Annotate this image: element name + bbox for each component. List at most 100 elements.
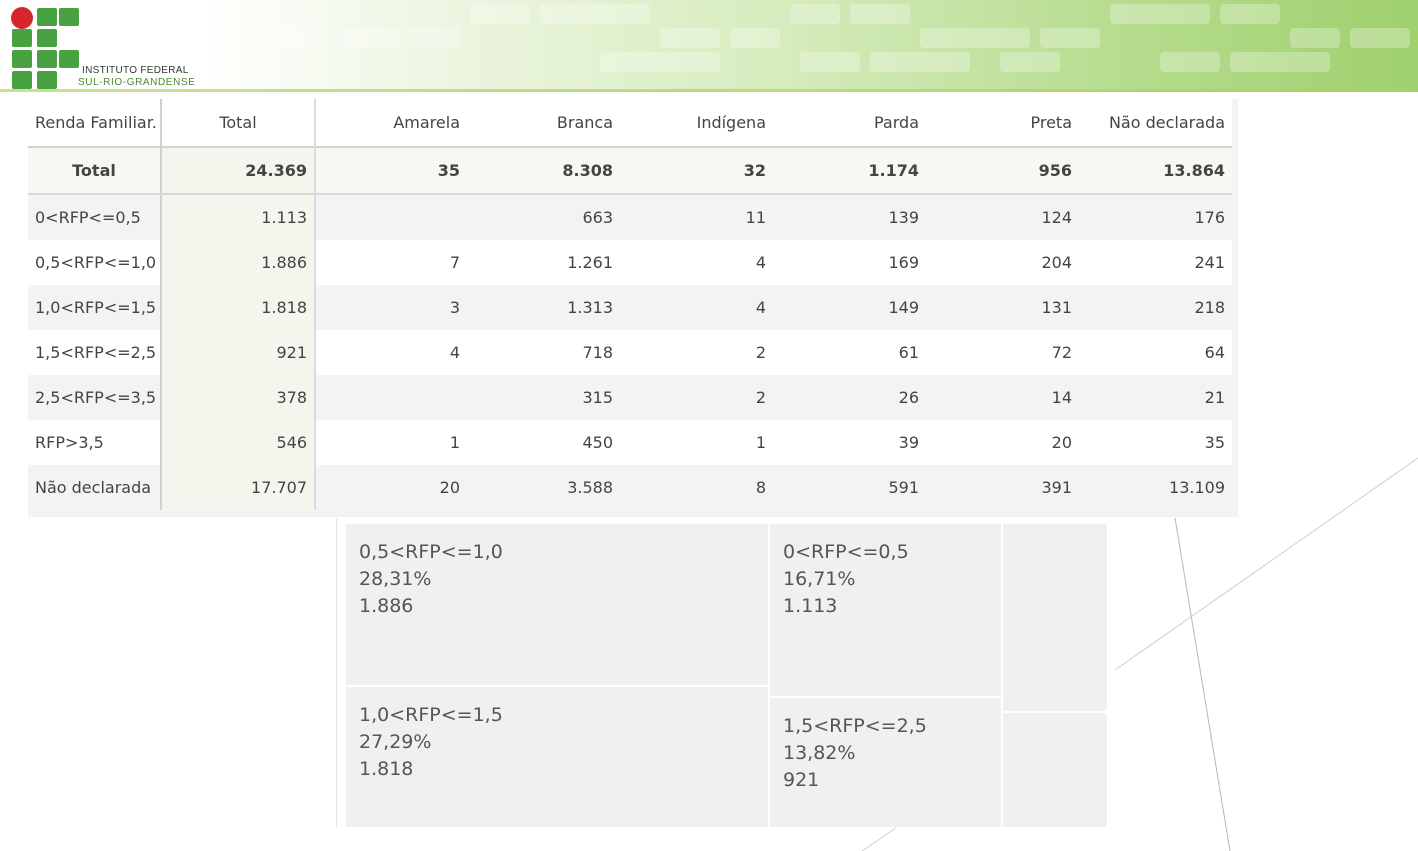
tile-label: 1,5<RFP<=2,5 bbox=[783, 715, 927, 737]
row-label: Total bbox=[28, 147, 162, 195]
cell-parda: 26 bbox=[773, 375, 926, 420]
tile-percent: 27,29% bbox=[359, 731, 432, 753]
tile-label: 0<RFP<=0,5 bbox=[783, 541, 909, 563]
row-label: 0,5<RFP<=1,0 bbox=[28, 240, 162, 285]
column-header[interactable]: Renda Familiar. bbox=[28, 99, 162, 148]
cell-preta: 956 bbox=[926, 147, 1079, 195]
cell-indigena: 2 bbox=[620, 330, 773, 375]
cell-preta: 204 bbox=[926, 240, 1079, 285]
column-header[interactable]: Amarela bbox=[315, 99, 467, 148]
row-label: 1,0<RFP<=1,5 bbox=[28, 285, 162, 330]
cell-preta: 131 bbox=[926, 285, 1079, 330]
cell-amarela: 3 bbox=[315, 285, 467, 330]
header-divider bbox=[0, 89, 1418, 92]
column-header[interactable]: Indígena bbox=[620, 99, 773, 148]
cell-nao-declarada: 13.109 bbox=[1079, 465, 1232, 510]
cell-parda: 149 bbox=[773, 285, 926, 330]
treemap-tile[interactable] bbox=[1003, 713, 1107, 827]
cell-parda: 139 bbox=[773, 194, 926, 240]
cell-nao-declarada: 64 bbox=[1079, 330, 1232, 375]
cell-indigena: 1 bbox=[620, 420, 773, 465]
row-label: 1,5<RFP<=2,5 bbox=[28, 330, 162, 375]
tile-percent: 13,82% bbox=[783, 742, 856, 764]
column-header[interactable]: Total bbox=[161, 99, 316, 148]
cell-branca: 450 bbox=[467, 420, 620, 465]
cell-amarela: 4 bbox=[315, 330, 467, 375]
cell-amarela: 7 bbox=[315, 240, 467, 285]
table-row: 2,5<RFP<=3,5 378 315 2 26 14 21 bbox=[28, 375, 1232, 420]
tile-percent: 16,71% bbox=[783, 568, 856, 590]
cell-nao-declarada: 218 bbox=[1079, 285, 1232, 330]
cell-parda: 39 bbox=[773, 420, 926, 465]
table-row: 0<RFP<=0,5 1.113 663 11 139 124 176 bbox=[28, 194, 1232, 240]
cell-parda: 169 bbox=[773, 240, 926, 285]
cell-indigena: 8 bbox=[620, 465, 773, 510]
treemap-tile[interactable] bbox=[1003, 524, 1107, 711]
cell-indigena: 32 bbox=[620, 147, 773, 195]
table-row: Não declarada 17.707 20 3.588 8 591 391 … bbox=[28, 465, 1232, 510]
table-header-row: Renda Familiar. Total Amarela Branca Ind… bbox=[28, 99, 1232, 148]
cell-amarela bbox=[315, 375, 467, 420]
page-header: INSTITUTO FEDERAL SUL-RIO-GRANDENSE bbox=[0, 0, 1418, 90]
cell-branca: 718 bbox=[467, 330, 620, 375]
cell-indigena: 4 bbox=[620, 240, 773, 285]
cell-amarela: 1 bbox=[315, 420, 467, 465]
row-label: 0<RFP<=0,5 bbox=[28, 194, 162, 240]
cell-parda: 591 bbox=[773, 465, 926, 510]
cell-preta: 14 bbox=[926, 375, 1079, 420]
cell-amarela: 35 bbox=[315, 147, 467, 195]
tile-label: 0,5<RFP<=1,0 bbox=[359, 541, 503, 563]
cell-amarela bbox=[315, 194, 467, 240]
row-label: Não declarada bbox=[28, 465, 162, 510]
cell-preta: 124 bbox=[926, 194, 1079, 240]
cell-indigena: 11 bbox=[620, 194, 773, 240]
cell-total: 17.707 bbox=[161, 465, 316, 510]
tile-value: 1.818 bbox=[359, 758, 414, 780]
table-row: RFP>3,5 546 1 450 1 39 20 35 bbox=[28, 420, 1232, 465]
cell-nao-declarada: 176 bbox=[1079, 194, 1232, 240]
row-label: 2,5<RFP<=3,5 bbox=[28, 375, 162, 420]
cell-indigena: 2 bbox=[620, 375, 773, 420]
cell-nao-declarada: 21 bbox=[1079, 375, 1232, 420]
treemap-tile[interactable]: 1,5<RFP<=2,5 13,82% 921 bbox=[770, 698, 1001, 827]
column-header[interactable]: Preta bbox=[926, 99, 1079, 148]
table-row: 1,5<RFP<=2,5 921 4 718 2 61 72 64 bbox=[28, 330, 1232, 375]
cell-branca: 315 bbox=[467, 375, 620, 420]
cell-preta: 20 bbox=[926, 420, 1079, 465]
tile-value: 921 bbox=[783, 769, 820, 791]
table-row-total: Total 24.369 35 8.308 32 1.174 956 13.86… bbox=[28, 147, 1232, 195]
tile-percent: 28,31% bbox=[359, 568, 432, 590]
tile-value: 1.113 bbox=[783, 595, 838, 617]
cell-parda: 61 bbox=[773, 330, 926, 375]
column-header[interactable]: Branca bbox=[467, 99, 620, 148]
tile-value: 1.886 bbox=[359, 595, 414, 617]
cell-nao-declarada: 35 bbox=[1079, 420, 1232, 465]
cell-total: 1.113 bbox=[161, 194, 316, 240]
cell-branca: 8.308 bbox=[467, 147, 620, 195]
cell-nao-declarada: 241 bbox=[1079, 240, 1232, 285]
cell-nao-declarada: 13.864 bbox=[1079, 147, 1232, 195]
cell-indigena: 4 bbox=[620, 285, 773, 330]
data-table: Renda Familiar. Total Amarela Branca Ind… bbox=[28, 99, 1232, 510]
cell-preta: 72 bbox=[926, 330, 1079, 375]
cell-preta: 391 bbox=[926, 465, 1079, 510]
cell-parda: 1.174 bbox=[773, 147, 926, 195]
cell-branca: 1.313 bbox=[467, 285, 620, 330]
treemap-tile[interactable]: 0<RFP<=0,5 16,71% 1.113 bbox=[770, 524, 1001, 696]
table-row: 0,5<RFP<=1,0 1.886 7 1.261 4 169 204 241 bbox=[28, 240, 1232, 285]
cell-branca: 3.588 bbox=[467, 465, 620, 510]
cell-total: 24.369 bbox=[161, 147, 316, 195]
treemap-tile[interactable]: 1,0<RFP<=1,5 27,29% 1.818 bbox=[346, 687, 768, 827]
tile-label: 1,0<RFP<=1,5 bbox=[359, 704, 503, 726]
institution-logo bbox=[8, 6, 83, 89]
cell-total: 378 bbox=[161, 375, 316, 420]
treemap-tile[interactable]: 0,5<RFP<=1,0 28,31% 1.886 bbox=[346, 524, 768, 685]
cell-total: 1.818 bbox=[161, 285, 316, 330]
cell-branca: 663 bbox=[467, 194, 620, 240]
cell-total: 546 bbox=[161, 420, 316, 465]
cell-total: 921 bbox=[161, 330, 316, 375]
institution-subtitle: SUL-RIO-GRANDENSE bbox=[78, 77, 196, 88]
column-header[interactable]: Não declarada bbox=[1079, 99, 1232, 148]
column-header[interactable]: Parda bbox=[773, 99, 926, 148]
cell-total: 1.886 bbox=[161, 240, 316, 285]
